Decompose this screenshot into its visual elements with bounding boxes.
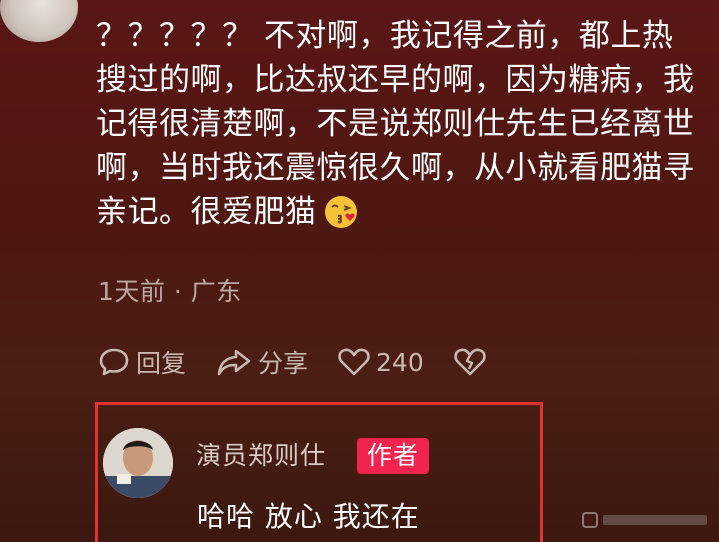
share-label: 分享: [258, 349, 309, 378]
share-button[interactable]: 分享: [216, 344, 308, 380]
reply-icon: [98, 346, 130, 378]
reply-text: 哈哈 放心 我还在: [197, 500, 420, 533]
comment-time: 1天前: [98, 277, 166, 306]
comment-actions: 回复 分享 240: [98, 340, 516, 384]
like-count: 240: [376, 347, 424, 377]
commenter-avatar[interactable]: [0, 0, 78, 42]
author-badge: 作者: [357, 438, 430, 474]
broken-heart-icon: [454, 347, 486, 377]
reply-label: 回复: [136, 349, 187, 378]
kiss-emoji-icon: [323, 194, 359, 230]
heart-icon: [338, 347, 370, 377]
comment-location: 广东: [190, 277, 242, 306]
like-button[interactable]: 240: [338, 347, 424, 377]
reply-button[interactable]: 回复: [98, 344, 186, 380]
meta-separator: ·: [173, 277, 183, 306]
author-avatar[interactable]: [103, 428, 173, 498]
comment-body: ？？？？？ 不对啊，我记得之前，都上热搜过的啊，比达叔还早的啊，因为糖病，我记得…: [96, 14, 696, 234]
dislike-button[interactable]: [454, 347, 486, 377]
comment-meta: 1天前 · 广东: [98, 272, 242, 308]
share-icon: [216, 346, 252, 378]
reply-author-name[interactable]: 演员郑则仕: [196, 436, 326, 472]
comment-text: ？？？？？ 不对啊，我记得之前，都上热搜过的啊，比达叔还早的啊，因为糖病，我记得…: [96, 18, 695, 230]
watermark: [581, 509, 711, 536]
